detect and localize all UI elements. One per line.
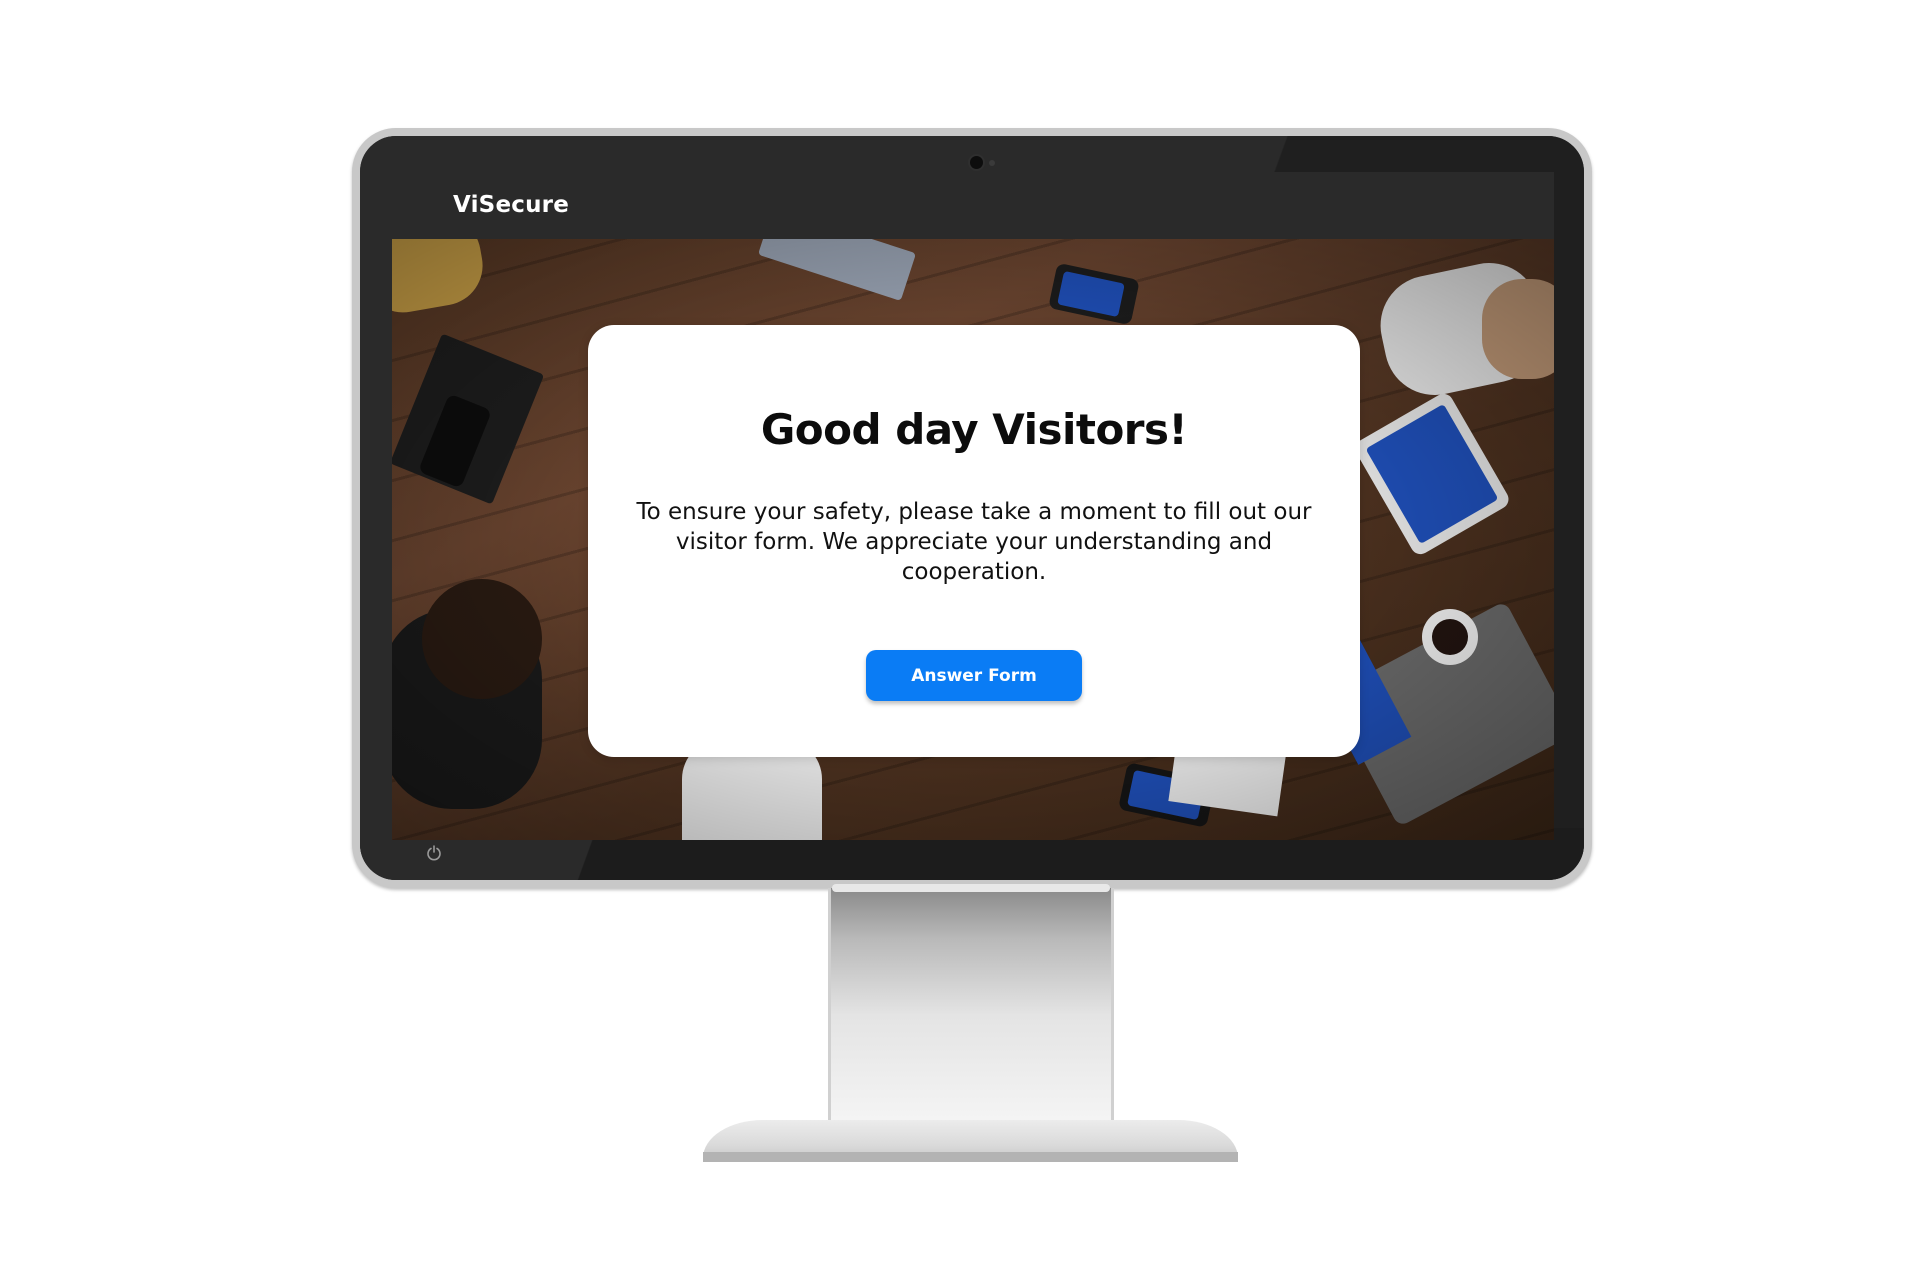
answer-form-button[interactable]: Answer Form — [866, 650, 1082, 701]
app-header: ViSecure — [392, 172, 1554, 239]
power-icon[interactable] — [426, 845, 442, 861]
modal-title: Good day Visitors! — [760, 405, 1188, 454]
monitor-mockup: ViSecure Good day Visitors! To ensure yo… — [0, 0, 1920, 1280]
brand-logo[interactable]: ViSecure — [453, 192, 569, 218]
modal-message: To ensure your safety, please take a mom… — [636, 499, 1312, 585]
monitor-stand-neck — [828, 888, 1114, 1120]
webcam-icon — [970, 156, 983, 169]
monitor-stand-joint — [832, 884, 1110, 892]
webcam-indicator — [989, 160, 995, 166]
welcome-modal: Good day Visitors! To ensure your safety… — [588, 325, 1360, 757]
monitor-stand-base-edge — [703, 1152, 1238, 1162]
